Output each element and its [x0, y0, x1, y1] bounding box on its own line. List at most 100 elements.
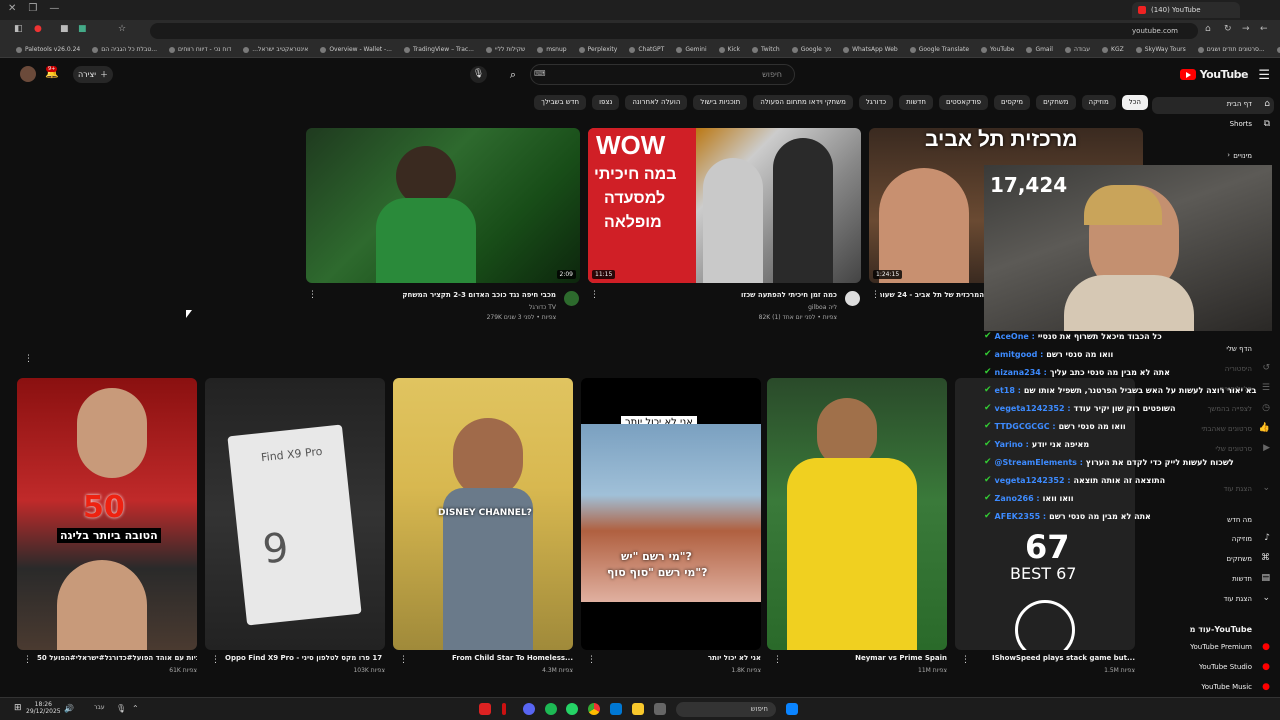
keyboard-icon[interactable]: ⌨ — [534, 69, 546, 78]
app-icon[interactable] — [502, 703, 506, 715]
bookmark-item[interactable]: Perplexity — [578, 46, 617, 53]
sidebar-item-music[interactable]: מוזיקה — [1232, 535, 1252, 543]
video-title[interactable]: מכבי חיפה נגד כוכב האדום 2-3 תקציר המשחק — [402, 291, 556, 299]
extension-icon[interactable]: ■ — [78, 24, 87, 34]
chrome-icon[interactable] — [588, 703, 600, 715]
short-title[interactable]: אני לא יכול יותר — [708, 654, 761, 662]
url-field[interactable]: youtube.com — [150, 23, 1198, 39]
home-icon[interactable]: ⌂ — [1205, 24, 1211, 34]
bookmark-item[interactable]: ...אינטראקטיב ישראל — [243, 46, 308, 53]
restore-icon[interactable]: ❐ — [28, 3, 37, 14]
spotify-icon[interactable] — [545, 703, 557, 715]
back-icon[interactable]: ◧ — [14, 24, 23, 34]
youtube-logo[interactable]: YouTube — [1179, 68, 1249, 81]
bookmark-item[interactable]: Gmail — [1026, 46, 1053, 53]
bookmark-item[interactable]: Kick — [718, 46, 740, 53]
video-title[interactable]: כמה זמן חיכיתי להפתעה שכזו — [741, 291, 837, 299]
bookmark-item[interactable]: Google מך — [791, 46, 831, 53]
sidebar-item-home[interactable]: דף הבית — [1227, 100, 1252, 108]
task-view-icon[interactable] — [654, 703, 666, 715]
channel-name[interactable]: gilboa ליה — [808, 304, 837, 311]
bookmark-item[interactable]: Google Translate — [909, 46, 969, 53]
reload-icon[interactable]: ↻ — [1224, 24, 1232, 34]
filter-chip[interactable]: תוכניות בישול — [693, 95, 748, 110]
chevron-up-icon[interactable]: ⌃ — [132, 704, 139, 713]
video-title[interactable]: המרכזית של תל אביב - 24 שעות שורד במקום … — [880, 291, 984, 299]
sidebar-item-premium[interactable]: YouTube Premium — [1190, 643, 1252, 651]
bookmark-item[interactable]: msnup — [537, 46, 567, 53]
short-thumbnail[interactable]: Find X9 Pro 9 — [205, 378, 385, 650]
bookmark-item[interactable]: דוח נכי - דיווח רווחים — [169, 46, 231, 53]
filter-chip[interactable]: משחקי וידאו מתחום הפעולה — [753, 95, 853, 110]
bookmark-item[interactable]: SkyWay Tours — [1135, 46, 1186, 53]
sidebar-item-music-app[interactable]: YouTube Music — [1201, 683, 1252, 691]
avatar[interactable] — [20, 66, 36, 82]
sidebar-item-gaming[interactable]: משחקים — [1227, 555, 1252, 563]
sidebar-item-news[interactable]: חדשות — [1232, 575, 1252, 583]
more-options-icon[interactable]: ⋮ — [211, 655, 220, 665]
whatsapp-icon[interactable] — [566, 703, 578, 715]
short-title[interactable]: Oppo Find X9 Pro - עבר מאייפון 17 פרו מק… — [225, 654, 385, 662]
extension-icon[interactable]: ● — [34, 24, 42, 34]
sidebar-item-studio[interactable]: YouTube Studio — [1199, 663, 1252, 671]
short-title[interactable]: Neymar vs Prime Spain — [855, 654, 947, 662]
bookmark-item[interactable]: טבלת כל הגביה הם... — [92, 46, 157, 53]
create-button[interactable]: יצירה ＋ — [73, 66, 113, 83]
short-thumbnail[interactable] — [767, 378, 947, 650]
search-input[interactable]: חיפוש — [530, 64, 795, 85]
taskbar-search[interactable]: חיפוש — [676, 702, 776, 717]
bookmark-item[interactable]: שקילות לליי — [485, 46, 525, 53]
more-options-icon[interactable]: ⋮ — [590, 290, 599, 300]
bookmark-item[interactable]: עבודה — [1064, 46, 1090, 53]
bookmark-item[interactable]: Overview - Wallet -... — [320, 46, 392, 53]
back-arrow-icon[interactable]: ← — [1260, 24, 1268, 34]
short-thumbnail[interactable]: DISNEY CHANNEL? — [393, 378, 573, 650]
close-icon[interactable]: ✕ — [8, 3, 16, 14]
filter-chip[interactable]: פודקאסטים — [938, 95, 989, 110]
filter-chip[interactable]: נצפו — [592, 95, 620, 110]
more-options-icon[interactable]: ⋮ — [871, 290, 880, 300]
extension-icon[interactable]: ■ — [60, 24, 69, 34]
microphone-icon[interactable]: 🎙 — [470, 66, 487, 83]
more-options-icon[interactable]: ⋮ — [24, 354, 33, 364]
bookmark-item[interactable]: WhatsApp Web — [843, 46, 898, 53]
more-options-icon[interactable]: ⋮ — [308, 290, 317, 300]
more-options-icon[interactable]: ⋮ — [587, 655, 596, 665]
bookmark-item[interactable]: Paletools v26.0.24 — [16, 46, 80, 53]
more-options-icon[interactable]: ⋮ — [23, 655, 32, 665]
discord-icon[interactable] — [523, 703, 535, 715]
app-icon[interactable] — [479, 703, 491, 715]
language-indicator[interactable]: עבר — [94, 704, 105, 711]
more-options-icon[interactable]: ⋮ — [773, 655, 782, 665]
bookmark-item[interactable]: YouTube — [981, 46, 1014, 53]
browser-tab-youtube[interactable]: (140) YouTube — [1132, 2, 1240, 18]
short-title[interactable]: IShowSpeed plays stack game but... — [992, 654, 1135, 662]
filter-chip[interactable]: חדשות — [899, 95, 933, 110]
sidebar-item-subscriptions[interactable]: מינויים — [1233, 152, 1252, 160]
filter-chip[interactable]: הועלה לאחרונה — [625, 95, 688, 110]
short-thumbnail[interactable]: 50 הטובה ביותר בליגה — [17, 378, 197, 650]
sidebar-item-shorts[interactable]: Shorts — [1230, 120, 1252, 128]
star-icon[interactable]: ☆ — [118, 24, 126, 34]
channel-avatar[interactable] — [564, 291, 579, 306]
more-options-icon[interactable]: ⋮ — [399, 655, 408, 665]
filter-chip[interactable]: מיקסים — [994, 95, 1031, 110]
short-title[interactable]: From Child Star To Homeless... — [452, 654, 573, 662]
bookmark-item[interactable]: Gemini — [676, 46, 707, 53]
filter-chip[interactable]: מוזיקה — [1081, 95, 1116, 110]
search-button[interactable]: ⌕ — [500, 64, 526, 85]
minimize-icon[interactable]: — — [49, 3, 59, 14]
channel-name[interactable]: כדורגל TV — [529, 304, 556, 311]
bookmark-item[interactable]: ChatGPT — [629, 46, 664, 53]
menu-icon[interactable]: ☰ — [1258, 68, 1270, 83]
bookmark-item[interactable]: סרטונים תודים ושגים... — [1197, 46, 1265, 53]
folder-icon[interactable] — [632, 703, 644, 715]
sidebar-item-home-bg[interactable] — [1152, 97, 1274, 114]
more-options-icon[interactable]: ⋮ — [961, 655, 970, 665]
bookmark-item[interactable]: KGZ — [1102, 46, 1124, 53]
bookmark-item[interactable]: Twitch — [752, 46, 780, 53]
sidebar-show-more-2[interactable]: הצגת עוד — [1223, 595, 1252, 603]
filter-chip[interactable]: כדורגל — [858, 95, 894, 110]
short-title[interactable]: 50 שניות עם אוהד הפועל#כדורגל#ישראלי#הפו… — [37, 654, 197, 662]
video-thumbnail[interactable]: 2:09 — [306, 128, 580, 283]
